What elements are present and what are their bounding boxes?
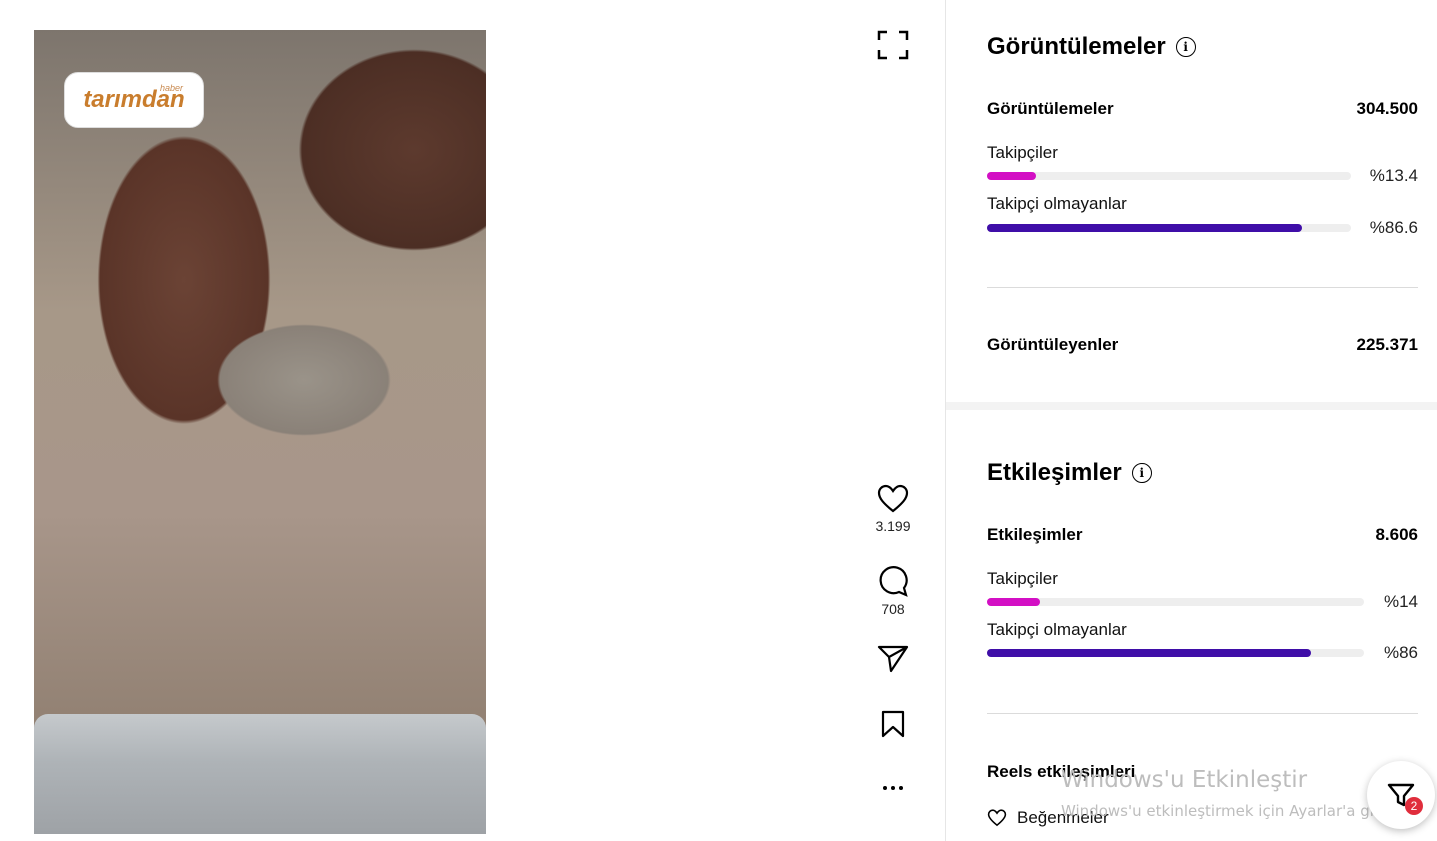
comment-icon[interactable]: [877, 565, 909, 597]
more-action[interactable]: [873, 778, 913, 798]
views-nonfollowers-label: Takipçi olmayanlar: [987, 194, 1127, 213]
interactions-followers-label: Takipçiler: [987, 569, 1058, 588]
comment-count: 708: [881, 601, 905, 617]
like-action[interactable]: 3.199: [873, 484, 913, 534]
interactions-total-value: 8.606: [1375, 525, 1418, 544]
viewers-label: Görüntüleyenler: [987, 335, 1119, 354]
brand-logo: haber tarımdan: [64, 72, 204, 128]
video-scene-trough: [34, 714, 486, 834]
views-nonfollowers-pct: %86.6: [1369, 218, 1418, 237]
viewers-row: Görüntüleyenler 225.371: [987, 335, 1418, 355]
activation-watermark-sub: Windows'u etkinleştirmek için Ayarlar'a …: [1061, 802, 1402, 820]
activation-watermark-title: Windows'u Etkinleştir: [1061, 767, 1308, 793]
interactions-nonfollowers-label: Takipçi olmayanlar: [987, 620, 1127, 639]
interactions-followers-fill: [987, 598, 1040, 606]
interactions-total-label: Etkileşimler: [987, 525, 1083, 544]
more-icon[interactable]: [881, 778, 905, 798]
heart-icon[interactable]: [877, 484, 909, 514]
views-followers-track: [987, 172, 1351, 180]
reel-video[interactable]: haber tarımdan: [34, 30, 486, 834]
interactions-followers-bar-row: %14: [987, 592, 1418, 612]
views-total-value: 304.500: [1356, 99, 1418, 118]
views-nonfollowers-fill: [987, 224, 1303, 232]
views-followers-bar-row: %13.4: [987, 166, 1418, 186]
interactions-followers-track: [987, 598, 1364, 606]
interactions-total-row: Etkileşimler 8.606: [987, 525, 1418, 545]
expand-icon[interactable]: [877, 30, 909, 60]
section-separator: [946, 402, 1437, 410]
heart-icon: [987, 809, 1007, 827]
save-action[interactable]: [873, 710, 913, 738]
views-total-label: Görüntülemeler: [987, 99, 1114, 118]
viewers-value: 225.371: [1356, 335, 1418, 354]
views-followers-label: Takipçiler: [987, 143, 1058, 162]
views-title: Görüntülemeler: [987, 33, 1166, 60]
bookmark-icon[interactable]: [880, 710, 906, 738]
interactions-nonfollowers-bar-row: %86: [987, 643, 1418, 663]
interactions-nonfollowers-fill: [987, 649, 1312, 657]
interactions-followers-pct: %14: [1383, 592, 1418, 611]
views-nonfollowers-track: [987, 224, 1351, 232]
views-followers-fill: [987, 172, 1036, 180]
interactions-heading: Etkileşimler i: [987, 459, 1152, 487]
views-nonfollowers-bar-row: %86.6: [987, 218, 1418, 238]
divider: [987, 287, 1418, 288]
interactions-title: Etkileşimler: [987, 459, 1122, 486]
views-total-row: Görüntülemeler 304.500: [987, 99, 1418, 119]
views-followers-pct: %13.4: [1369, 166, 1418, 185]
like-count: 3.199: [875, 518, 911, 534]
divider: [987, 713, 1418, 714]
info-icon[interactable]: i: [1175, 37, 1196, 57]
interactions-nonfollowers-track: [987, 649, 1364, 657]
interactions-nonfollowers-pct: %86: [1383, 643, 1418, 662]
insights-panel: Görüntülemeler i Görüntülemeler 304.500 …: [945, 0, 1437, 841]
share-action[interactable]: [873, 645, 913, 673]
logo-small-text: haber: [159, 83, 183, 93]
send-icon[interactable]: [877, 645, 909, 673]
comment-action[interactable]: 708: [873, 565, 913, 617]
views-heading: Görüntülemeler i: [987, 33, 1196, 61]
info-icon[interactable]: i: [1131, 463, 1152, 483]
filter-button[interactable]: 2: [1367, 761, 1435, 829]
filter-badge: 2: [1405, 797, 1423, 815]
